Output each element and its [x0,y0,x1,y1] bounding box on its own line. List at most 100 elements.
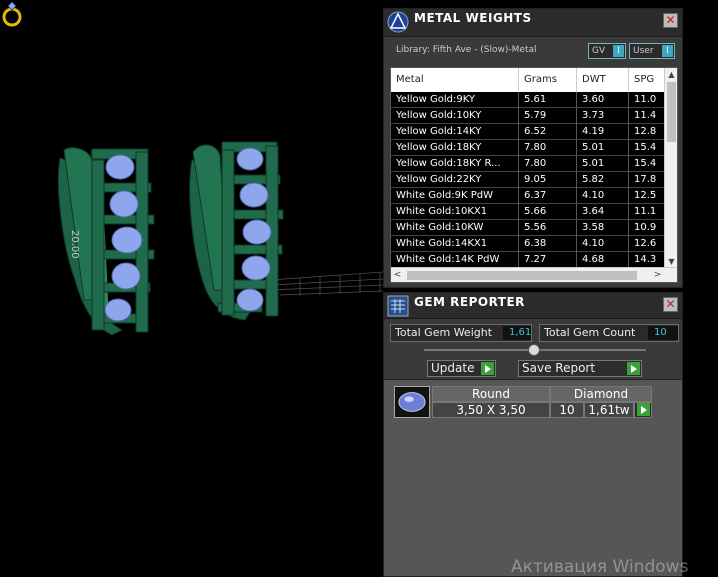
gem-shape: Round [432,386,550,402]
cell-grams: 7.80 [519,156,577,172]
table-row[interactable]: Yellow Gold:18KY R... 7.80 5.01 15.4 [391,156,669,172]
cell-metal: White Gold:14KX1 [391,236,519,252]
column-header-grams[interactable]: Grams [519,68,577,92]
cell-spg: 17.8 [629,172,669,188]
gem-size: 3,50 X 3,50 [432,402,550,418]
horizontal-scrollbar[interactable]: < > [391,267,677,282]
update-button[interactable]: Update [427,360,496,377]
vertical-scroll-thumb[interactable] [667,82,676,142]
table-row[interactable]: White Gold:10KX1 5.66 3.64 11.1 [391,204,669,220]
table-row[interactable]: White Gold:9K PdW 6.37 4.10 12.5 [391,188,669,204]
metal-weights-panel: METAL WEIGHTS ✕ Library: Fifth Ave - (Sl… [383,8,683,288]
cell-dwt: 3.64 [577,204,629,220]
table-row[interactable]: White Gold:10KW 5.56 3.58 10.9 [391,220,669,236]
cell-metal: White Gold:10KW [391,220,519,236]
blue-triangle-logo-icon [387,11,409,33]
cell-grams: 5.61 [519,92,577,108]
column-header-dwt[interactable]: DWT [577,68,629,92]
dimension-label: 20.00 [69,230,80,259]
gem-weight: 1,61tw [584,402,634,418]
total-gem-weight-label: Total Gem Weight [395,326,493,339]
gv-toggle[interactable]: GV I [588,43,626,59]
cell-metal: Yellow Gold:9KY [391,92,519,108]
left-earring: 20.00 [57,147,155,336]
table-row[interactable]: Yellow Gold:10KY 5.79 3.73 11.4 [391,108,669,124]
zoom-slider-handle[interactable] [528,344,540,356]
cell-grams: 6.38 [519,236,577,252]
user-toggle-label: User [633,46,654,56]
cell-grams: 5.56 [519,220,577,236]
cell-spg: 11.0 [629,92,669,108]
cell-spg: 12.5 [629,188,669,204]
save-report-button[interactable]: Save Report [518,360,642,377]
gem-details-button[interactable] [634,402,652,418]
cell-spg: 11.4 [629,108,669,124]
cell-spg: 15.4 [629,156,669,172]
right-earring [189,141,284,321]
table-row[interactable]: White Gold:14K PdW 7.27 4.68 14.3 [391,252,669,268]
gem-reporter-panel: GEM REPORTER ✕ Total Gem Weight 1,61 Tot… [383,292,683,577]
cell-grams: 5.79 [519,108,577,124]
cell-dwt: 5.01 [577,140,629,156]
cell-dwt: 4.68 [577,252,629,268]
scroll-left-icon[interactable]: < [391,268,404,282]
cell-spg: 14.3 [629,252,669,268]
table-row[interactable]: Yellow Gold:22KY 9.05 5.82 17.8 [391,172,669,188]
total-gem-count: Total Gem Count 10 [539,324,679,342]
scroll-right-icon[interactable]: > [651,268,664,282]
cell-spg: 11.1 [629,204,669,220]
cell-metal: Yellow Gold:10KY [391,108,519,124]
cell-spg: 12.6 [629,236,669,252]
report-grid-icon [387,295,409,317]
gem-reporter-titlebar[interactable]: GEM REPORTER ✕ [384,293,682,319]
cell-metal: Yellow Gold:18KY R... [391,156,519,172]
table-body: Yellow Gold:9KY 5.61 3.60 11.0 Yellow Gold:1… [391,92,669,268]
metal-weights-table: Metal Grams DWT SPG Yellow Gold:9KY 5.61 3… [390,67,678,283]
cell-spg: 15.4 [629,140,669,156]
gem-count: 10 [550,402,584,418]
gem-type: Diamond [550,386,652,402]
table-row[interactable]: White Gold:14KX1 6.38 4.10 12.6 [391,236,669,252]
metal-weights-titlebar[interactable]: METAL WEIGHTS ✕ [384,9,682,37]
close-metal-weights-button[interactable]: ✕ [663,13,678,28]
cell-grams: 6.52 [519,124,577,140]
table-row[interactable]: Yellow Gold:18KY 7.80 5.01 15.4 [391,140,669,156]
vertical-scrollbar[interactable]: ▲ ▼ [664,68,677,268]
total-gem-count-value: 10 [648,326,678,340]
cell-spg: 10.9 [629,220,669,236]
cell-dwt: 5.82 [577,172,629,188]
user-toggle[interactable]: User I [629,43,675,59]
ring-icon[interactable] [0,0,26,28]
cell-metal: White Gold:10KX1 [391,204,519,220]
gem-list: Round Diamond 3,50 X 3,50 10 1,61tw [384,379,682,576]
cell-dwt: 4.10 [577,236,629,252]
cell-grams: 9.05 [519,172,577,188]
gem-row[interactable]: Round Diamond 3,50 X 3,50 10 1,61tw [394,386,652,418]
gv-toggle-label: GV [592,46,606,56]
cell-spg: 12.8 [629,124,669,140]
cell-dwt: 3.60 [577,92,629,108]
windows-activation-watermark: Активация Windows [511,557,689,577]
column-header-metal[interactable]: Metal [391,68,519,92]
close-gem-reporter-button[interactable]: ✕ [663,297,678,312]
cell-dwt: 3.73 [577,108,629,124]
table-row[interactable]: Yellow Gold:9KY 5.61 3.60 11.0 [391,92,669,108]
cell-grams: 7.27 [519,252,577,268]
user-toggle-knob: I [662,45,673,57]
cell-metal: Yellow Gold:22KY [391,172,519,188]
table-row[interactable]: Yellow Gold:14KY 6.52 4.19 12.8 [391,124,669,140]
play-arrow-icon [481,362,494,375]
cell-dwt: 5.01 [577,156,629,172]
play-arrow-icon [627,362,640,375]
cell-grams: 7.80 [519,140,577,156]
cell-metal: White Gold:14K PdW [391,252,519,268]
cell-grams: 6.37 [519,188,577,204]
cell-metal: Yellow Gold:14KY [391,124,519,140]
gem-reporter-title: GEM REPORTER [414,295,525,309]
cell-metal: Yellow Gold:18KY [391,140,519,156]
column-header-spg[interactable]: SPG [629,68,669,92]
cell-dwt: 4.10 [577,188,629,204]
horizontal-scroll-thumb[interactable] [407,271,637,280]
cell-grams: 5.66 [519,204,577,220]
scroll-up-icon[interactable]: ▲ [665,68,677,81]
